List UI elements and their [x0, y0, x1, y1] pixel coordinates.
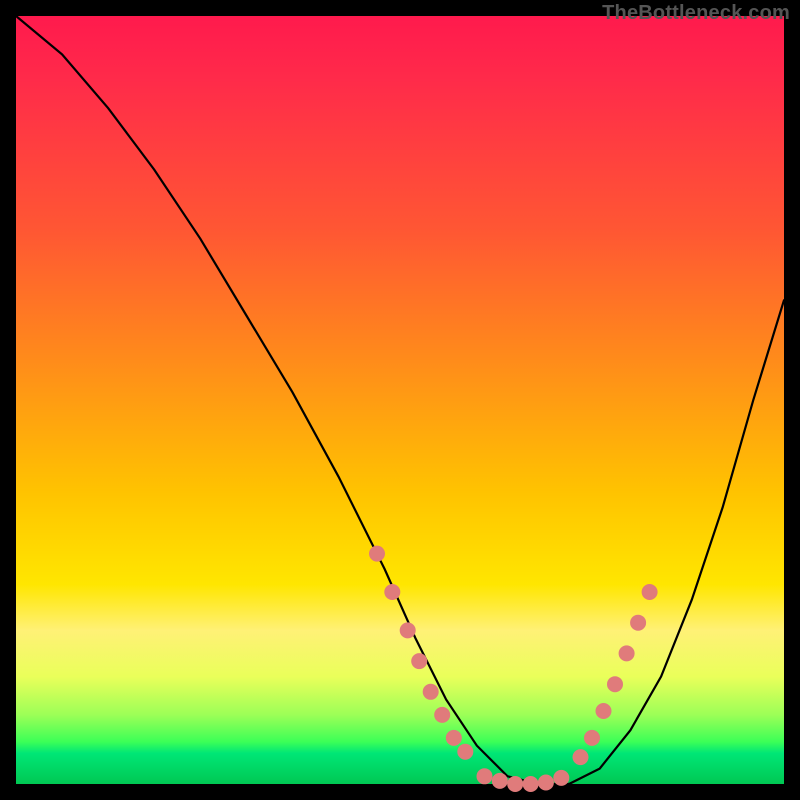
- data-marker: [400, 622, 416, 638]
- bottleneck-curve: [16, 16, 784, 784]
- data-marker: [584, 730, 600, 746]
- data-marker: [619, 645, 635, 661]
- markers-left-descent: [369, 546, 473, 760]
- data-marker: [434, 707, 450, 723]
- data-marker: [492, 773, 508, 789]
- data-marker: [457, 744, 473, 760]
- chart-frame: TheBottleneck.com: [0, 0, 800, 800]
- data-marker: [607, 676, 623, 692]
- markers-right-ascent: [573, 584, 658, 765]
- data-marker: [630, 615, 646, 631]
- data-marker: [573, 749, 589, 765]
- data-marker: [507, 776, 523, 792]
- data-marker: [423, 684, 439, 700]
- data-marker: [553, 770, 569, 786]
- data-marker: [538, 775, 554, 791]
- data-marker: [477, 768, 493, 784]
- data-marker: [596, 703, 612, 719]
- data-marker: [642, 584, 658, 600]
- chart-svg: [16, 16, 784, 784]
- data-marker: [446, 730, 462, 746]
- data-marker: [411, 653, 427, 669]
- data-marker: [369, 546, 385, 562]
- data-marker: [384, 584, 400, 600]
- curve-line: [16, 16, 784, 784]
- data-marker: [523, 776, 539, 792]
- watermark-text: TheBottleneck.com: [602, 2, 790, 25]
